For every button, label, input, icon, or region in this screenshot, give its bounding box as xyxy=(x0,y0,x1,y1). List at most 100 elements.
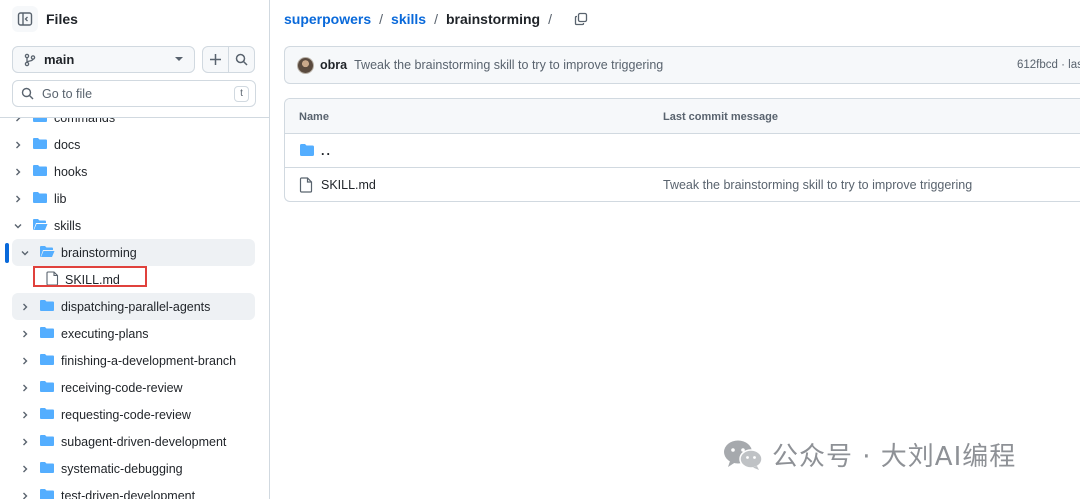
file-tree: commands docs hooks lib skills brainstorming S… xyxy=(0,117,269,499)
folder-icon xyxy=(32,118,48,126)
tree-item-label: receiving-code-review xyxy=(61,380,183,395)
plus-icon xyxy=(210,54,221,65)
file-tree-list: commands docs hooks lib skills brainstorming S… xyxy=(0,117,269,499)
breadcrumb: superpowers / skills / brainstorming / xyxy=(284,11,588,27)
file-table: Name Last commit message .. SKILL.md Twe… xyxy=(284,98,1080,202)
table-row-parent[interactable]: .. xyxy=(285,134,1080,168)
tree-item-label: systematic-debugging xyxy=(61,461,183,476)
breadcrumb-folder-link[interactable]: skills xyxy=(391,11,426,27)
copy-path-icon[interactable] xyxy=(574,12,588,26)
go-to-file-input[interactable]: Go to file t xyxy=(12,80,256,107)
parent-directory-link[interactable]: .. xyxy=(321,144,332,158)
go-to-file-placeholder: Go to file xyxy=(42,86,93,101)
column-header-message: Last commit message xyxy=(663,111,778,123)
tree-folder-item[interactable]: skills xyxy=(0,212,269,239)
tree-item-label: lib xyxy=(54,191,67,206)
tree-folder-item[interactable]: brainstorming xyxy=(0,239,269,266)
folder-icon xyxy=(39,461,55,477)
tree-folder-item[interactable]: systematic-debugging xyxy=(0,455,269,482)
chevron-right-icon[interactable] xyxy=(19,328,31,340)
breadcrumb-separator: / xyxy=(548,11,552,27)
latest-commit-bar: obra Tweak the brainstorming skill to tr… xyxy=(284,46,1080,84)
table-header: Name Last commit message xyxy=(285,99,1080,134)
breadcrumb-separator: / xyxy=(434,11,438,27)
column-header-name: Name xyxy=(299,111,329,123)
folder-icon xyxy=(32,137,48,153)
folder-icon xyxy=(39,299,55,315)
chevron-right-icon[interactable] xyxy=(19,463,31,475)
tree-item-label: executing-plans xyxy=(61,326,149,341)
row-commit-message[interactable]: Tweak the brainstorming skill to try to … xyxy=(663,178,972,192)
main-content: superpowers / skills / brainstorming / o… xyxy=(271,0,1080,499)
chevron-right-icon[interactable] xyxy=(12,139,24,151)
folder-icon xyxy=(39,434,55,450)
tree-folder-item[interactable]: requesting-code-review xyxy=(0,401,269,428)
commit-message[interactable]: Tweak the brainstorming skill to try to … xyxy=(354,58,663,72)
folder-icon xyxy=(39,353,55,369)
breadcrumb-repo-link[interactable]: superpowers xyxy=(284,11,371,27)
tree-item-label: subagent-driven-development xyxy=(61,434,227,449)
chevron-right-icon[interactable] xyxy=(19,382,31,394)
caret-down-icon xyxy=(175,57,183,61)
tree-folder-item[interactable]: dispatching-parallel-agents xyxy=(0,293,269,320)
chevron-right-icon[interactable] xyxy=(19,409,31,421)
wechat-watermark: 公众号 · 大刘AI编程 xyxy=(722,436,1016,473)
folder-icon xyxy=(32,164,48,180)
tree-folder-item[interactable]: test-driven-development xyxy=(0,482,269,499)
search-icon xyxy=(235,53,248,66)
selected-indicator xyxy=(5,243,9,263)
avatar[interactable] xyxy=(297,56,314,74)
chevron-down-icon[interactable] xyxy=(19,247,31,259)
chevron-down-icon[interactable] xyxy=(12,220,24,232)
folder-icon xyxy=(39,380,55,396)
file-name-link[interactable]: SKILL.md xyxy=(321,178,376,192)
tree-folder-item[interactable]: lib xyxy=(0,185,269,212)
chevron-right-icon[interactable] xyxy=(12,118,24,124)
branch-selector[interactable]: main xyxy=(12,46,195,73)
tree-item-label: finishing-a-development-branch xyxy=(61,353,237,368)
chevron-right-icon[interactable] xyxy=(19,355,31,367)
tree-folder-item[interactable]: docs xyxy=(0,131,269,158)
tree-folder-item[interactable]: finishing-a-development-branch xyxy=(0,347,269,374)
folder-icon xyxy=(39,326,55,342)
commit-author[interactable]: obra xyxy=(320,58,347,72)
tree-item-label: commands xyxy=(54,117,116,125)
tree-item-label: skills xyxy=(54,218,82,233)
highlight-annotation-box xyxy=(33,266,147,287)
breadcrumb-current: brainstorming xyxy=(445,11,541,27)
tree-item-label: docs xyxy=(54,137,81,152)
wechat-logo-icon xyxy=(724,440,763,470)
chevron-right-icon[interactable] xyxy=(19,436,31,448)
folder-open-icon xyxy=(39,245,55,261)
tree-folder-item[interactable]: receiving-code-review xyxy=(0,374,269,401)
folder-open-icon xyxy=(32,218,48,234)
chevron-right-icon[interactable] xyxy=(12,193,24,205)
collapse-sidebar-button[interactable] xyxy=(12,6,38,32)
tree-item-label: test-driven-development xyxy=(61,488,196,499)
folder-icon xyxy=(32,191,48,207)
tree-item-label: dispatching-parallel-agents xyxy=(61,299,211,314)
search-files-button[interactable] xyxy=(228,46,255,73)
chevron-right-icon[interactable] xyxy=(19,490,31,499)
git-branch-icon xyxy=(24,53,36,66)
table-row-file[interactable]: SKILL.md Tweak the brainstorming skill t… xyxy=(285,168,1080,201)
tree-folder-item[interactable]: commands xyxy=(0,117,269,131)
chevron-right-icon[interactable] xyxy=(19,301,31,313)
chevron-right-icon[interactable] xyxy=(12,166,24,178)
tree-item-label: requesting-code-review xyxy=(61,407,191,422)
tree-folder-item[interactable]: hooks xyxy=(0,158,269,185)
commit-sha[interactable]: 612fbcd · last xyxy=(1017,59,1080,71)
tree-folder-item[interactable]: executing-plans xyxy=(0,320,269,347)
add-file-button[interactable] xyxy=(202,46,229,73)
tree-folder-item[interactable]: subagent-driven-development xyxy=(0,428,269,455)
watermark-text: 公众号 · 大刘AI编程 xyxy=(772,442,1017,472)
sidebar-panel-icon xyxy=(17,12,33,26)
search-icon xyxy=(21,87,34,100)
sidebar-title: Files xyxy=(46,11,78,27)
keyboard-shortcut-badge: t xyxy=(234,86,249,102)
folder-icon xyxy=(39,488,55,499)
tree-item-label: hooks xyxy=(54,164,88,179)
file-icon xyxy=(299,177,313,193)
tree-item-label: brainstorming xyxy=(61,245,137,260)
breadcrumb-separator: / xyxy=(379,11,384,27)
